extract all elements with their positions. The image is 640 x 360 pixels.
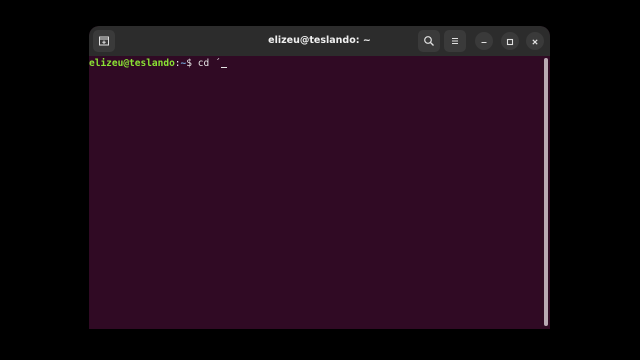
menu-button[interactable] <box>444 30 466 52</box>
prompt-line: elizeu@teslando:~$ cd ´ <box>89 58 227 70</box>
minimize-button[interactable] <box>475 32 493 50</box>
new-tab-button[interactable] <box>93 30 115 52</box>
hamburger-menu-icon <box>449 32 461 51</box>
scrollbar[interactable] <box>544 58 548 326</box>
maximize-button[interactable] <box>501 32 519 50</box>
search-icon <box>423 32 435 51</box>
terminal-area[interactable]: elizeu@teslando:~$ cd ´ <box>89 56 550 329</box>
prompt-symbol: $ <box>186 58 198 69</box>
terminal-window: elizeu@teslando: ~ elizeu@teslando:~$ cd… <box>89 26 550 329</box>
close-icon <box>530 32 540 51</box>
title-bar[interactable]: elizeu@teslando: ~ <box>89 26 550 56</box>
maximize-icon <box>505 32 515 51</box>
text-cursor <box>220 67 227 68</box>
close-button[interactable] <box>526 32 544 50</box>
minimize-icon <box>479 32 489 51</box>
command-text: cd ´ <box>197 58 221 69</box>
new-tab-icon <box>98 32 110 51</box>
search-button[interactable] <box>418 30 440 52</box>
prompt-user: elizeu@teslando <box>89 58 175 69</box>
